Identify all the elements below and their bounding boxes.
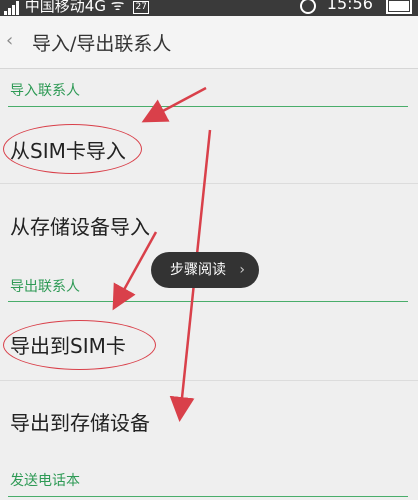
section-header-import: 导入联系人 <box>10 83 80 99</box>
alarm-icon <box>299 0 316 14</box>
list-item-import-from-storage[interactable]: 从存储设备导入 <box>10 211 150 240</box>
battery-icon <box>386 0 412 14</box>
carrier-label: 中国移动4G <box>24 0 106 15</box>
step-reading-button[interactable]: 步骤阅读 › <box>151 252 259 288</box>
signal-icon <box>4 1 20 15</box>
section-header-export: 导出联系人 <box>10 279 80 295</box>
section-header-send-phonebook: 发送电话本 <box>10 473 80 489</box>
chevron-right-icon: › <box>239 262 245 278</box>
title-bar: ‹ 导入/导出联系人 <box>0 16 418 69</box>
section-divider-export <box>8 301 408 302</box>
section-divider-send-phonebook <box>8 496 408 497</box>
arrow-to-import-sim <box>141 86 207 123</box>
row-divider <box>0 380 418 381</box>
arrow-to-export-sim <box>112 231 158 311</box>
section-divider-import <box>8 106 408 107</box>
row-divider <box>0 183 418 184</box>
list-item-export-to-storage[interactable]: 导出到存储设备 <box>10 407 150 436</box>
sim-badge: 27 <box>133 1 150 14</box>
list-item-import-from-sim[interactable]: 从SIM卡导入 <box>10 135 126 164</box>
wifi-icon: ᯤ <box>110 0 125 14</box>
list-item-export-to-sim[interactable]: 导出到SIM卡 <box>10 330 126 359</box>
status-time: 15:56 <box>326 0 373 13</box>
status-left: 中国移动4G ᯤ 27 <box>4 0 153 16</box>
chevron-left-icon[interactable]: ‹ <box>6 30 13 51</box>
step-reading-label: 步骤阅读 <box>170 262 226 278</box>
status-right: 15:56 <box>299 0 412 14</box>
status-bar: 中国移动4G ᯤ 27 15:56 <box>0 0 418 16</box>
page-title: 导入/导出联系人 <box>32 33 172 55</box>
